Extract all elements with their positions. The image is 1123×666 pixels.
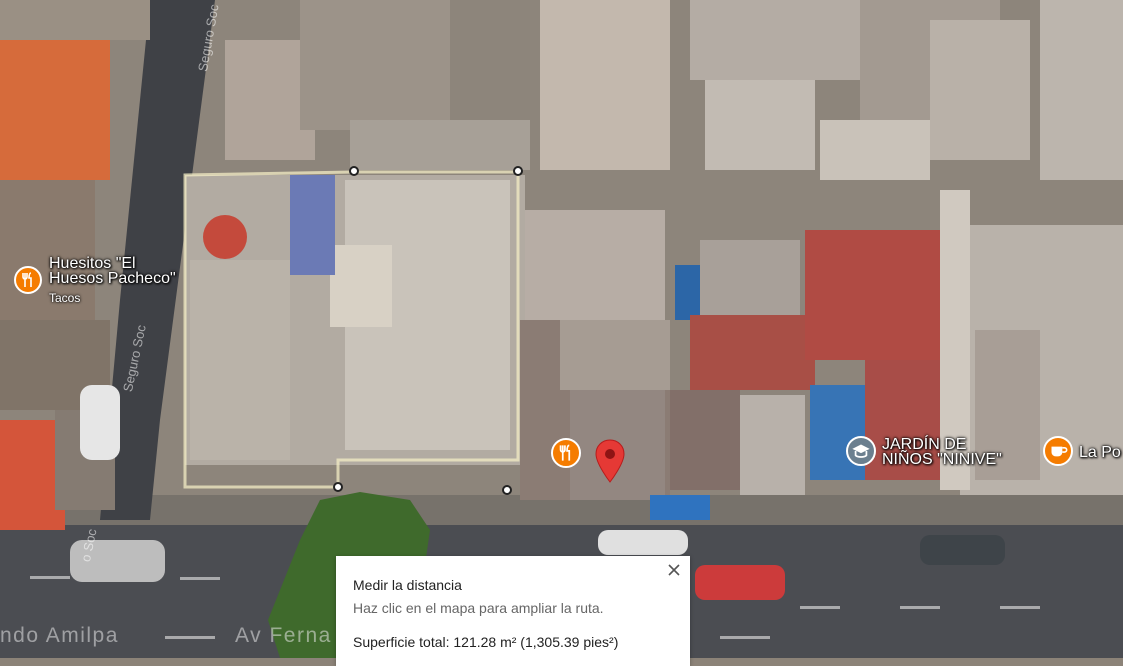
poi-name: La Po [1079, 444, 1121, 461]
measure-distance-card: Medir la distancia Haz clic en el mapa p… [336, 556, 690, 666]
street-label-bottom: Av Ferna [235, 624, 332, 647]
poi-jardin-ninos[interactable]: JARDÍN DE NIÑOS "NINIVE" [846, 435, 1026, 475]
poi-huesitos[interactable]: Huesitos "El Huesos Pacheco" Tacos [14, 256, 194, 306]
location-pin-icon[interactable] [594, 439, 626, 485]
school-icon [846, 436, 876, 466]
measure-vertex[interactable] [502, 485, 512, 495]
cafe-icon [1043, 436, 1073, 466]
measure-vertex[interactable] [333, 482, 343, 492]
measure-total-area: Superficie total: 121.28 m² (1,305.39 pi… [353, 634, 619, 650]
poi-name: Huesitos "El Huesos Pacheco" [49, 255, 176, 287]
poi-category: Tacos [49, 291, 81, 305]
poi-restaurant[interactable] [551, 438, 581, 468]
measure-vertex[interactable] [513, 166, 523, 176]
restaurant-icon [14, 266, 42, 294]
close-button[interactable] [662, 558, 686, 582]
street-label-bottom-left: ndo Amilpa [0, 624, 119, 647]
close-icon [668, 564, 680, 576]
measure-hint: Haz clic en el mapa para ampliar la ruta… [353, 600, 604, 616]
measure-vertex[interactable] [349, 166, 359, 176]
poi-cafe[interactable]: La Po [1043, 436, 1123, 470]
restaurant-icon [551, 438, 581, 468]
measure-title: Medir la distancia [353, 577, 462, 593]
poi-name: JARDÍN DE NIÑOS "NINIVE" [882, 436, 1002, 468]
